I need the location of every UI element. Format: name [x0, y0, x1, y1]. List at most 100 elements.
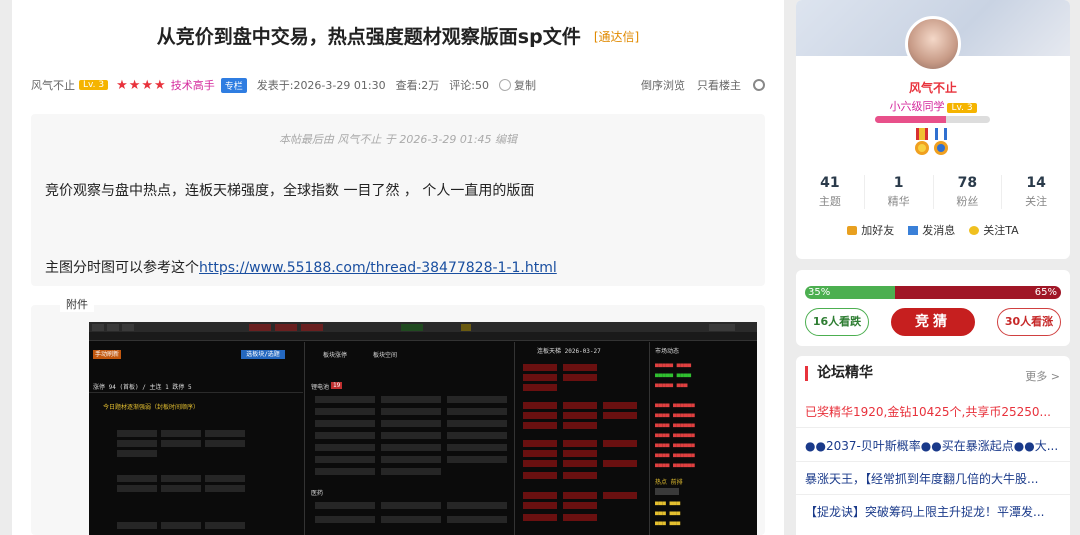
- post-time: 发表于:2026-3-29 01:30: [256, 79, 386, 92]
- forum-item[interactable]: ●●2037-贝叶斯概率●●买在暴涨起点●●大...: [805, 437, 1067, 454]
- forum-item[interactable]: 暴涨天王，【经常抓到年度翻几倍的大牛股...: [805, 470, 1067, 487]
- image-red-cell: [563, 514, 597, 521]
- follow-button[interactable]: 关注TA: [969, 222, 1019, 238]
- image-cell: [447, 408, 507, 415]
- guess-button[interactable]: 竞猜: [891, 308, 975, 336]
- thread-tools: 倒序浏览 只看楼主: [641, 77, 765, 93]
- forum-item[interactable]: 【捉龙诀】突破筹码上限主升捉龙！平潭发...: [805, 503, 1067, 520]
- image-cell: [315, 456, 375, 463]
- profile-stats: 41 主题 1 精华 78 粉丝 14 关注: [796, 175, 1070, 209]
- image-chip: [275, 324, 297, 331]
- profile-rank-label: 小六级同学: [889, 100, 945, 113]
- image-red-cell: [523, 364, 557, 371]
- vote-bear-button[interactable]: 30人看涨: [997, 308, 1061, 336]
- image-cell: [447, 444, 507, 451]
- stat-fans[interactable]: 78 粉丝: [934, 175, 1003, 209]
- image-tab-2: 板块空间: [373, 352, 398, 359]
- stat-following-label: 关注: [1025, 195, 1048, 208]
- stat-following[interactable]: 14 关注: [1002, 175, 1070, 209]
- post-paragraph-2-prefix: 主图分时图可以参考这个: [45, 260, 199, 276]
- add-friend-label: 加好友: [861, 224, 895, 237]
- stat-essence[interactable]: 1 精华: [865, 175, 934, 209]
- image-menubar: [89, 322, 757, 332]
- copy-icon[interactable]: [499, 79, 511, 91]
- stat-topics[interactable]: 41 主题: [796, 175, 865, 209]
- image-cell: [117, 522, 157, 529]
- image-cell: [381, 444, 441, 451]
- image-toolbar: [89, 332, 757, 341]
- comment-count: 评论:50: [449, 79, 489, 92]
- medal-icon: [934, 128, 948, 155]
- image-cell: [161, 485, 201, 492]
- add-friend-icon: [847, 226, 858, 235]
- image-cell: [381, 432, 441, 439]
- forum-divider: [796, 494, 1070, 495]
- stat-following-value: 14: [1026, 175, 1046, 191]
- image-cell: [315, 516, 375, 523]
- view-count: 查看:2万: [395, 79, 440, 92]
- reverse-view-link[interactable]: 倒序浏览: [641, 77, 685, 93]
- thread-title-row: 从竞价到盘中交易，热点强度题材观察版面sp文件 [通达信]: [12, 22, 784, 49]
- image-red-cell: [523, 440, 557, 447]
- attachment-image[interactable]: 手动刷新 选板块/选题 涨停 94 (首板) / 主连 1 跌停 5 今日题材逐…: [89, 322, 757, 535]
- image-red-cell: [603, 492, 637, 499]
- forum-essence-title: 论坛精华: [805, 366, 873, 381]
- image-hot-line: ■■■ ■■■: [655, 520, 681, 527]
- image-market-line: ■■■■■ ■■■: [655, 382, 688, 389]
- send-message-button[interactable]: 发消息: [908, 222, 955, 238]
- gear-icon[interactable]: [753, 79, 765, 91]
- image-select-button: 选板块/选题: [241, 350, 285, 359]
- image-red-cell: [523, 502, 557, 509]
- image-red-cell: [563, 402, 597, 409]
- thread-panel: 从竞价到盘中交易，热点强度题材观察版面sp文件 [通达信] 风气不止 Lv. 3…: [12, 0, 784, 535]
- page-scrollbar[interactable]: [1070, 0, 1080, 535]
- thread-tag[interactable]: [通达信]: [594, 30, 639, 44]
- level-badge: Lv. 3: [79, 80, 109, 90]
- forum-more-link[interactable]: 更多 >: [1025, 368, 1060, 384]
- image-red-cell: [603, 460, 637, 467]
- image-chip: [249, 324, 271, 331]
- thread-title: 从竞价到盘中交易，热点强度题材观察版面sp文件: [156, 26, 581, 48]
- copy-button[interactable]: 复制: [514, 77, 536, 93]
- image-red-cell: [563, 460, 597, 467]
- forum-item[interactable]: 已奖精华1920,金钻10425个,共享币25250...: [805, 403, 1067, 420]
- image-cell: [205, 522, 245, 529]
- image-market-line: ■■■■ ■■■■■■: [655, 402, 695, 409]
- post-link[interactable]: https://www.55188.com/thread-38477828-1-…: [199, 260, 557, 276]
- bulb-icon: [969, 226, 980, 235]
- stat-essence-label: 精华: [887, 195, 910, 208]
- image-cell: [161, 440, 201, 447]
- medal-icon: [915, 128, 929, 155]
- only-op-link[interactable]: 只看楼主: [697, 77, 741, 93]
- forum-divider: [796, 461, 1070, 462]
- forum-essence-panel: 论坛精华 更多 > 已奖精华1920,金钻10425个,共享币25250... …: [796, 356, 1070, 535]
- level-progress-fill: [875, 116, 947, 123]
- image-cell: [315, 444, 375, 451]
- add-friend-button[interactable]: 加好友: [847, 222, 894, 238]
- image-cell: [315, 468, 375, 475]
- profile-rank: 小六级同学 Lv. 3: [796, 98, 1070, 114]
- image-market-line: ■■■■ ■■■■■■: [655, 462, 695, 469]
- image-limit-count: 涨停 94 (首板) / 主连 1 跌停 5: [93, 384, 192, 391]
- image-red-cell: [523, 374, 557, 381]
- image-red-cell: [523, 472, 557, 479]
- author-name[interactable]: 风气不止: [31, 77, 75, 93]
- image-hot-line: ■■■ ■■■: [655, 510, 681, 517]
- profile-name[interactable]: 风气不止: [796, 79, 1070, 96]
- image-market-line: ■■■■■ ■■■■: [655, 372, 692, 379]
- image-cell: [117, 430, 157, 437]
- image-market-line: ■■■■ ■■■■■■: [655, 432, 695, 439]
- column-badge[interactable]: 专栏: [220, 77, 247, 93]
- image-cell: [205, 430, 245, 437]
- stat-topics-label: 主题: [818, 195, 841, 208]
- expert-badge: 技术高手: [170, 79, 215, 92]
- image-hot-line: ■■■ ■■■: [655, 500, 681, 507]
- avatar[interactable]: [905, 16, 961, 72]
- image-sector-2: 医药: [311, 490, 324, 497]
- post-paragraph-1: 竞价观察与盘中热点，连板天梯强度，全球指数 一目了然 ， 个人一直用的版面: [45, 183, 535, 199]
- image-sector-1: 锂电池: [311, 384, 330, 391]
- image-divider: [649, 342, 650, 535]
- image-red-cell: [563, 440, 597, 447]
- vote-bull-button[interactable]: 16人看跌: [805, 308, 869, 336]
- image-red-cell: [523, 514, 557, 521]
